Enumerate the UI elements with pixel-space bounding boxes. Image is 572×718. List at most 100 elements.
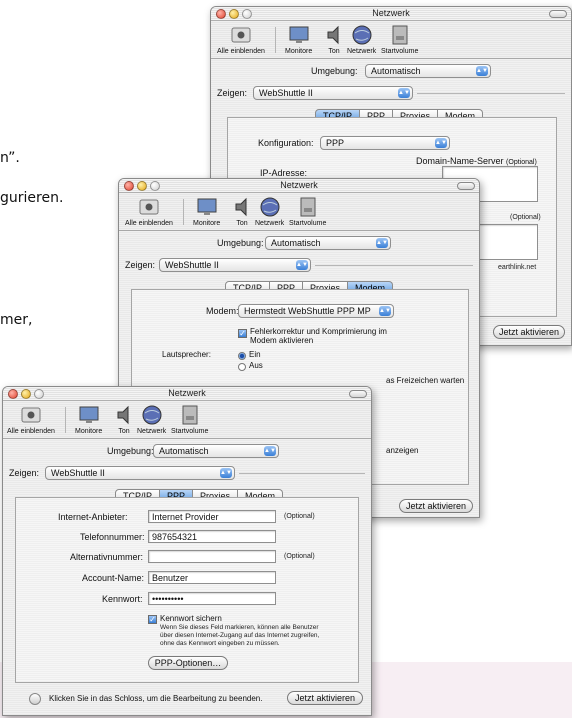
password-field[interactable]: •••••••••• [148, 592, 276, 605]
speaker-icon [235, 197, 247, 217]
zeigen-popup[interactable]: WebShuttle II ▲▼ [159, 258, 311, 272]
monitore-label: Monitore [193, 220, 221, 227]
toolbar-netzwerk[interactable]: Netzwerk [255, 196, 284, 227]
ip-address-label: IP-Adresse: [260, 168, 308, 178]
monitor-icon [79, 406, 99, 423]
toolbar: Alle einblenden Monitore Ton Netzwerk St… [119, 193, 479, 231]
toolbar-netzwerk[interactable]: Netzwerk [137, 404, 166, 435]
background-text-2: gurieren. [0, 190, 64, 206]
zeigen-popup[interactable]: WebShuttle II ▲▼ [45, 466, 235, 480]
show-all-button[interactable]: Alle einblenden [217, 24, 265, 55]
zeigen-label: Zeigen: [125, 260, 156, 270]
disk-icon [300, 197, 316, 217]
umgebung-label: Umgebung: [107, 446, 154, 456]
divider [315, 265, 473, 266]
zeigen-value: WebShuttle II [51, 468, 105, 478]
show-all-button[interactable]: Alle einblenden [7, 404, 55, 435]
show-all-button[interactable]: Alle einblenden [125, 196, 173, 227]
toolbar-ton[interactable]: Ton [231, 196, 253, 227]
umgebung-value: Automatisch [371, 66, 421, 76]
window-title: Netzwerk [372, 8, 410, 18]
speaker-icon [327, 25, 339, 45]
speaker-off-label: Aus [249, 361, 263, 370]
titlebar[interactable]: Netzwerk [211, 7, 571, 21]
zeigen-label: Zeigen: [9, 468, 40, 478]
toolbar-monitore[interactable]: Monitore [285, 24, 312, 55]
speaker-icon [117, 405, 129, 425]
dialtone-label: as Freizeichen warten [386, 376, 465, 385]
phone-field[interactable]: 987654321 [148, 530, 276, 543]
toolbar-monitore[interactable]: Monitore [75, 404, 102, 435]
toolbar-ton[interactable]: Ton [323, 24, 345, 55]
modem-value: Hermstedt WebShuttle PPP MP [244, 306, 371, 316]
domain-tail-text: earthlink.net [498, 264, 537, 271]
apple-icon [21, 407, 41, 423]
toolbar: Alle einblenden Monitore Ton Netzwerk St… [211, 21, 571, 59]
netzwerk-label: Netzwerk [255, 220, 285, 227]
apply-button[interactable]: Jetzt aktivieren [287, 691, 363, 705]
divider [417, 93, 565, 94]
konfiguration-label: Konfiguration: [258, 138, 314, 148]
window-title: Netzwerk [168, 388, 206, 398]
toolbar-startvolume[interactable]: Startvolume [381, 24, 418, 55]
toolbar-separator [65, 407, 66, 433]
lock-hint-text: Klicken Sie in das Schloss, um die Bearb… [49, 694, 263, 703]
popup-arrow-icon: ▲▼ [220, 468, 232, 478]
account-field[interactable]: Benutzer [148, 571, 276, 584]
zeigen-label: Zeigen: [217, 88, 248, 98]
provider-optional: (Optional) [284, 513, 315, 520]
error-correction-checkbox[interactable]: ✓ [238, 329, 247, 338]
apply-button[interactable]: Jetzt aktivieren [399, 499, 473, 513]
toolbar-toggle-button[interactable] [349, 390, 367, 398]
toolbar-ton[interactable]: Ton [113, 404, 135, 435]
speaker-on-radio[interactable] [238, 352, 246, 360]
zeigen-value: WebShuttle II [259, 88, 313, 98]
disk-icon [392, 25, 408, 45]
ppp-options-button[interactable]: PPP-Optionen… [148, 656, 228, 670]
speaker-off-radio[interactable] [238, 363, 246, 371]
toolbar-toggle-button[interactable] [549, 10, 567, 18]
monitore-label: Monitore [75, 428, 103, 435]
konfiguration-popup[interactable]: PPP ▲▼ [320, 136, 450, 150]
zeigen-value: WebShuttle II [165, 260, 219, 270]
lock-icon[interactable] [29, 693, 41, 705]
umgebung-label: Umgebung: [217, 238, 264, 248]
umgebung-popup[interactable]: Automatisch ▲▼ [265, 236, 391, 250]
umgebung-popup[interactable]: Automatisch ▲▼ [153, 444, 279, 458]
titlebar[interactable]: Netzwerk [119, 179, 479, 193]
toolbar-toggle-button[interactable] [457, 182, 475, 190]
apply-button[interactable]: Jetzt aktivieren [493, 325, 565, 339]
umgebung-popup[interactable]: Automatisch ▲▼ [365, 64, 491, 78]
toolbar-netzwerk[interactable]: Netzwerk [347, 24, 376, 55]
konfiguration-value: PPP [326, 138, 345, 148]
save-password-help-1: Wenn Sie dieses Feld markieren, können a… [160, 624, 319, 631]
toolbar-monitore[interactable]: Monitore [193, 196, 220, 227]
background-text-1: n”. [0, 150, 20, 166]
show-all-label: Alle einblenden [217, 48, 265, 55]
titlebar[interactable]: Netzwerk [3, 387, 371, 401]
popup-arrow-icon: ▲▼ [264, 446, 276, 456]
toolbar-startvolume[interactable]: Startvolume [289, 196, 326, 227]
alt-number-optional: (Optional) [284, 553, 315, 560]
save-password-checkbox[interactable]: ✓ [148, 615, 157, 624]
popup-arrow-icon: ▲▼ [376, 238, 388, 248]
umgebung-label: Umgebung: [311, 66, 358, 76]
popup-arrow-icon: ▲▼ [379, 306, 391, 316]
popup-arrow-icon: ▲▼ [476, 66, 488, 76]
ton-label: Ton [328, 48, 340, 55]
show-all-label: Alle einblenden [7, 428, 55, 435]
globe-icon [142, 405, 162, 425]
dns-label-text: Domain-Name-Server [416, 156, 504, 166]
globe-icon [352, 25, 372, 45]
toolbar-startvolume[interactable]: Startvolume [171, 404, 208, 435]
zeigen-popup[interactable]: WebShuttle II ▲▼ [253, 86, 413, 100]
speaker-on-label: Ein [249, 350, 261, 359]
provider-field[interactable]: Internet Provider [148, 510, 276, 523]
modem-popup[interactable]: Hermstedt WebShuttle PPP MP ▲▼ [238, 304, 394, 318]
popup-arrow-icon: ▲▼ [398, 88, 410, 98]
save-password-help-2: über diesen Internet-Zugang auf das Inte… [160, 632, 320, 639]
alt-number-field[interactable] [148, 550, 276, 563]
save-password-label: Kennwort sichern [160, 614, 222, 623]
tab-panel: Internet-Anbieter: Internet Provider (Op… [15, 497, 359, 683]
password-label: Kennwort: [102, 594, 143, 604]
